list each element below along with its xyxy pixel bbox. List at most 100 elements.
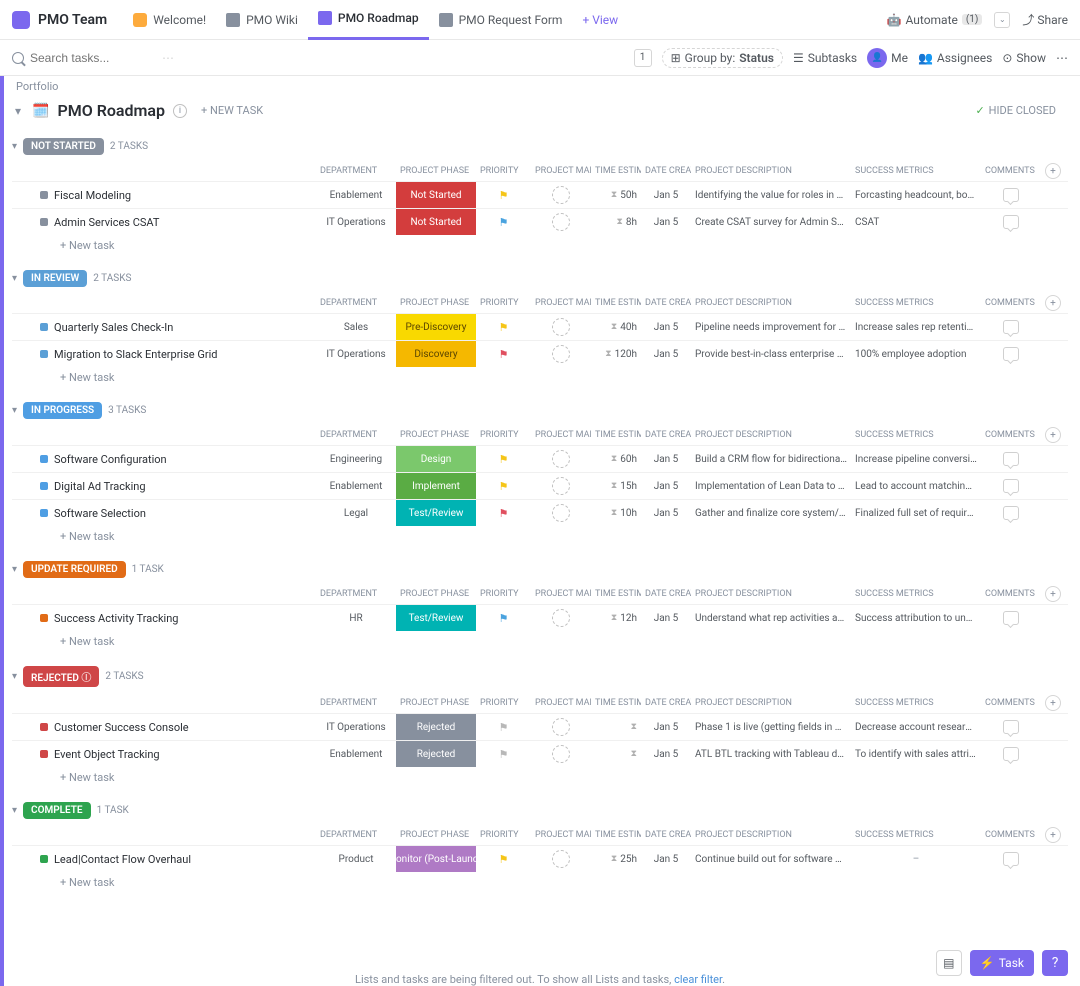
group-collapse-caret[interactable]: ▾ [12,405,17,416]
col-project-description[interactable]: PROJECT DESCRIPTION [691,296,851,310]
col-date-created[interactable]: DATE CREATED [641,828,691,842]
col-department[interactable]: DEPARTMENT [316,296,396,310]
group-collapse-caret[interactable]: ▾ [12,141,17,152]
col-department[interactable]: DEPARTMENT [316,164,396,178]
comments-cell[interactable] [981,184,1041,206]
add-task-row[interactable]: + New task [12,872,1068,893]
col-project-phase[interactable]: PROJECT PHASE [396,696,476,710]
col-success-metrics[interactable]: SUCCESS METRICS [851,296,981,310]
assignees-button[interactable]: 👥 Assignees [918,51,992,65]
phase-cell[interactable]: Design [396,446,476,472]
col-success-metrics[interactable]: SUCCESS METRICS [851,587,981,601]
col-priority[interactable]: PRIORITY [476,587,531,601]
description-cell[interactable]: Understand what rep activities are leadi… [691,609,851,628]
time-estimate-cell[interactable]: ⧗8h [591,213,641,232]
project-manager-cell[interactable] [531,209,591,235]
metrics-cell[interactable]: Forcasting headcount, bottom line, CAC, … [851,186,981,205]
add-column-button[interactable]: + [1045,427,1061,443]
priority-flag[interactable]: ⚑ [476,608,531,629]
status-pill[interactable]: UPDATE REQUIRED [23,561,126,578]
col-priority[interactable]: PRIORITY [476,296,531,310]
description-cell[interactable]: Pipeline needs improvement for MoM and Q… [691,318,851,337]
phase-cell[interactable]: Pre-Discovery [396,314,476,340]
add-task-row[interactable]: + New task [12,631,1068,652]
project-manager-cell[interactable] [531,446,591,472]
col-project-description[interactable]: PROJECT DESCRIPTION [691,164,851,178]
col-comments[interactable]: COMMENTS [981,587,1041,601]
col-project-manager[interactable]: PROJECT MANAGER [531,587,591,601]
time-estimate-cell[interactable]: ⧗40h [591,318,641,337]
col-priority[interactable]: PRIORITY [476,428,531,442]
share-button[interactable]: ⤴ Share [1022,11,1068,28]
col-success-metrics[interactable]: SUCCESS METRICS [851,428,981,442]
clear-filter-link[interactable]: clear filter [674,973,722,986]
col-time-estimate[interactable]: TIME ESTIMATE [591,828,641,842]
task-row[interactable]: Admin Services CSAT IT Operations Not St… [12,208,1068,235]
metrics-cell[interactable]: Increase pipeline conversion of new busi… [851,450,981,469]
info-icon[interactable]: i [173,104,187,118]
project-manager-cell[interactable] [531,341,591,367]
col-project-manager[interactable]: PROJECT MANAGER [531,164,591,178]
col-department[interactable]: DEPARTMENT [316,696,396,710]
task-row[interactable]: Success Activity Tracking HR Test/Review… [12,604,1068,631]
priority-flag[interactable]: ⚑ [476,503,531,524]
expand-level-button[interactable]: 1 [634,49,652,67]
comments-cell[interactable] [981,211,1041,233]
notepad-button[interactable]: ▤ [936,950,962,976]
group-collapse-caret[interactable]: ▾ [12,671,17,682]
project-manager-cell[interactable] [531,741,591,767]
col-time-estimate[interactable]: TIME ESTIMATE [591,296,641,310]
priority-flag[interactable]: ⚑ [476,317,531,338]
description-cell[interactable]: Provide best-in-class enterprise messagi… [691,345,851,364]
project-manager-cell[interactable] [531,473,591,499]
comments-cell[interactable] [981,743,1041,765]
col-date-created[interactable]: DATE CREATED [641,428,691,442]
col-project-phase[interactable]: PROJECT PHASE [396,828,476,842]
col-department[interactable]: DEPARTMENT [316,828,396,842]
status-pill[interactable]: REJECTED ⓘ [23,666,99,687]
comments-cell[interactable] [981,848,1041,870]
comments-cell[interactable] [981,607,1041,629]
add-task-row[interactable]: + New task [12,367,1068,388]
add-column-button[interactable]: + [1045,586,1061,602]
subtasks-button[interactable]: ☰ Subtasks [793,51,857,65]
tab-pmo-roadmap[interactable]: PMO Roadmap [308,0,429,40]
project-manager-cell[interactable] [531,500,591,526]
metrics-cell[interactable]: Lead to account matching and handling of… [851,477,981,496]
col-project-description[interactable]: PROJECT DESCRIPTION [691,828,851,842]
priority-flag[interactable]: ⚑ [476,344,531,365]
comments-cell[interactable] [981,316,1041,338]
more-icon[interactable]: ⋯ [1056,51,1068,65]
col-project-description[interactable]: PROJECT DESCRIPTION [691,428,851,442]
time-estimate-cell[interactable]: ⧗60h [591,450,641,469]
department-cell[interactable]: Enablement [316,186,396,205]
col-department[interactable]: DEPARTMENT [316,587,396,601]
description-cell[interactable]: ATL BTL tracking with Tableau dashboard … [691,745,851,764]
metrics-cell[interactable]: Finalized full set of requirements for V… [851,504,981,523]
comments-cell[interactable] [981,448,1041,470]
comments-cell[interactable] [981,502,1041,524]
department-cell[interactable]: Sales [316,318,396,337]
col-success-metrics[interactable]: SUCCESS METRICS [851,828,981,842]
task-row[interactable]: Quarterly Sales Check-In Sales Pre-Disco… [12,313,1068,340]
time-estimate-cell[interactable]: ⧗10h [591,504,641,523]
col-project-manager[interactable]: PROJECT MANAGER [531,828,591,842]
collapse-caret-icon[interactable]: ▾ [12,105,24,117]
description-cell[interactable]: Gather and finalize core system/tool req… [691,504,851,523]
status-pill[interactable]: COMPLETE [23,802,91,819]
priority-flag[interactable]: ⚑ [476,449,531,470]
time-estimate-cell[interactable]: ⧗12h [591,609,641,628]
col-project-phase[interactable]: PROJECT PHASE [396,296,476,310]
col-time-estimate[interactable]: TIME ESTIMATE [591,587,641,601]
col-project-phase[interactable]: PROJECT PHASE [396,164,476,178]
add-task-row[interactable]: + New task [12,235,1068,256]
metrics-cell[interactable]: Success attribution to understand custom… [851,609,981,628]
automate-dropdown[interactable]: ⌄ [994,12,1010,28]
phase-cell[interactable]: Discovery [396,341,476,367]
add-column-button[interactable]: + [1045,827,1061,843]
group-collapse-caret[interactable]: ▾ [12,564,17,575]
phase-cell[interactable]: Test/Review [396,605,476,631]
phase-cell[interactable]: Not Started [396,209,476,235]
status-pill[interactable]: NOT STARTED [23,138,104,155]
priority-flag[interactable]: ⚑ [476,849,531,870]
